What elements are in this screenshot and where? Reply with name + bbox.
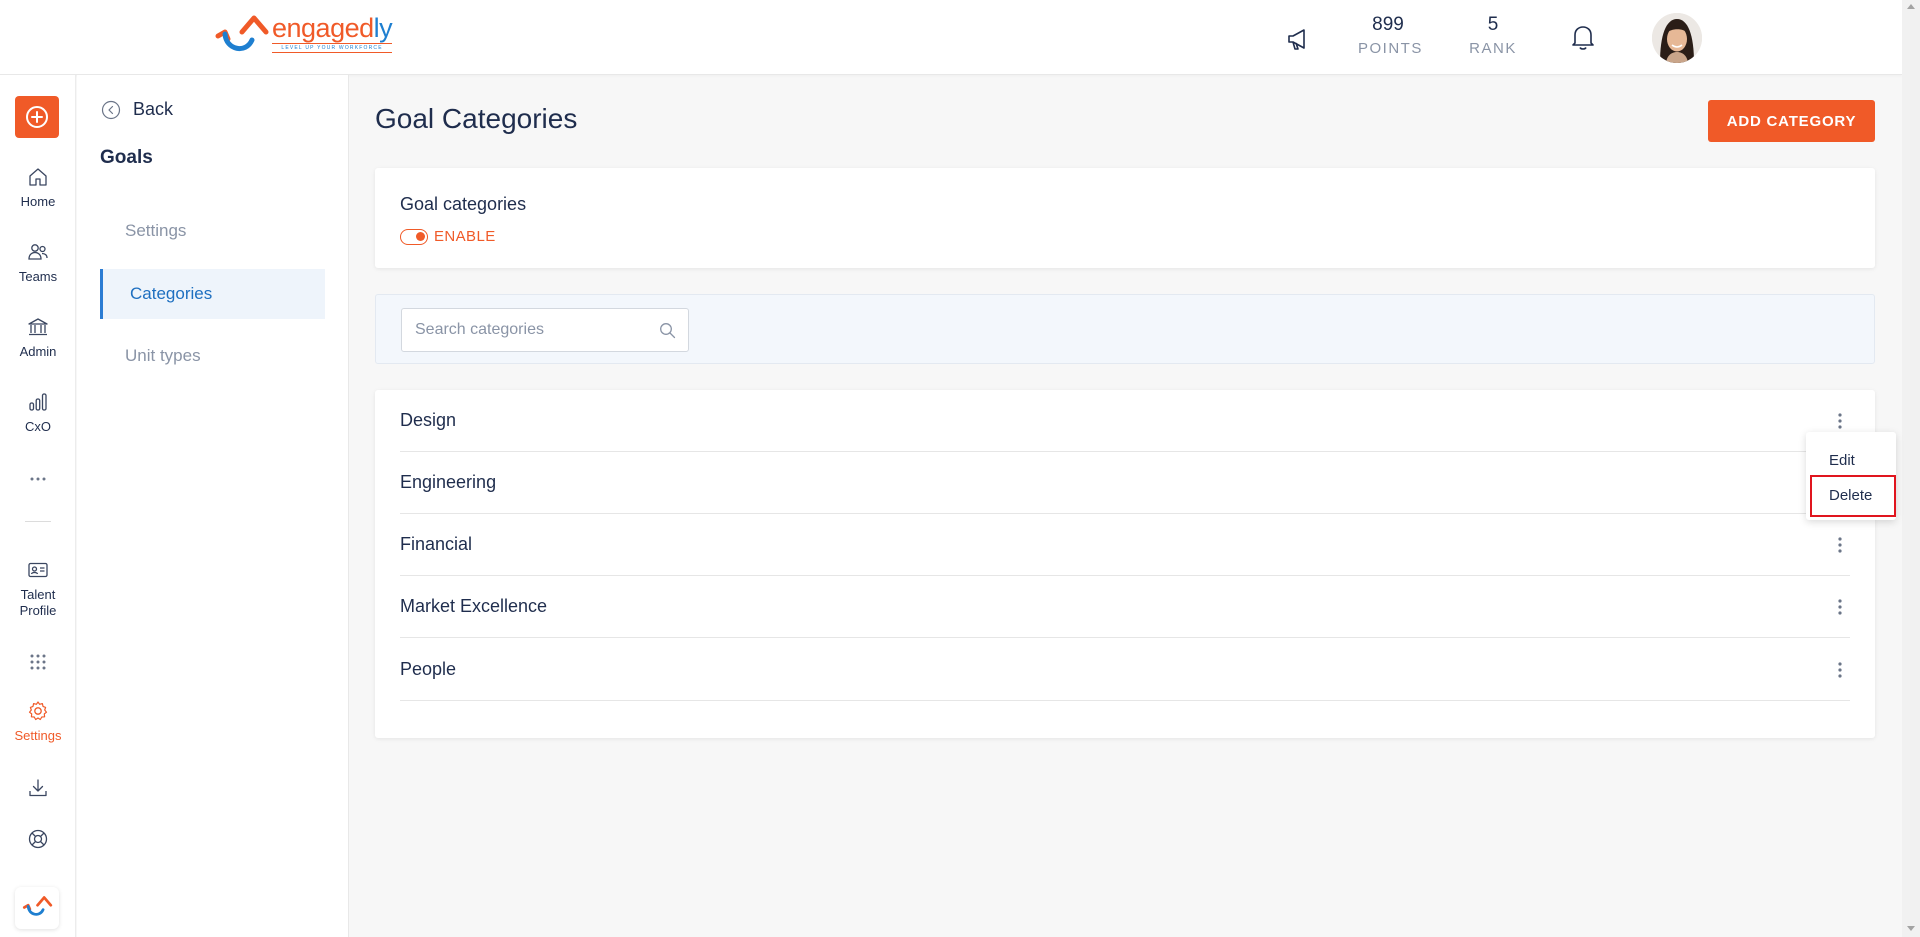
nav-cxo-label: CxO (25, 419, 51, 434)
category-row[interactable]: Design (400, 390, 1850, 452)
engagedly-mark-icon (22, 896, 53, 916)
engagedly-logo-icon (215, 15, 269, 51)
toggle-switch[interactable] (400, 228, 428, 245)
back-arrow-circle-icon (101, 100, 121, 119)
id-card-icon (28, 562, 48, 578)
rank-stat[interactable]: 5 RANK (1468, 14, 1518, 57)
kebab-menu-icon[interactable] (1836, 598, 1844, 616)
gear-icon (28, 701, 48, 721)
add-category-button[interactable]: ADD CATEGORY (1708, 100, 1875, 142)
kebab-menu-icon[interactable] (1836, 536, 1844, 554)
points-value: 899 (1372, 14, 1404, 35)
avatar-portrait-icon (1652, 13, 1702, 63)
download-icon[interactable] (26, 776, 50, 800)
category-name: Design (400, 410, 457, 430)
nav-settings[interactable]: Settings (0, 699, 76, 744)
edit-menu-item[interactable]: Edit (1806, 450, 1896, 472)
plus-circle-icon (26, 106, 48, 128)
scroll-up-arrow-icon[interactable] (1907, 4, 1915, 9)
rail-divider (25, 521, 51, 522)
category-row[interactable]: Market Excellence (400, 576, 1850, 638)
search-icon[interactable] (659, 322, 676, 339)
settings-sidebar: Back Goals Settings Categories Unit type… (77, 75, 349, 937)
main-nav-rail: Home Teams Admin CxO Talent Profile Sett… (0, 75, 76, 937)
admin-icon (28, 318, 48, 336)
delete-menu-item[interactable]: Delete (1810, 475, 1896, 517)
nav-teams[interactable]: Teams (0, 240, 76, 285)
rank-value: 5 (1487, 14, 1499, 35)
enable-toggle[interactable]: ENABLE (400, 228, 496, 245)
nav-admin[interactable]: Admin (0, 315, 76, 360)
category-context-menu: Edit Delete (1806, 432, 1896, 520)
brand-name: engagedly (272, 13, 393, 43)
engagedly-home-button[interactable] (15, 887, 59, 929)
category-name: Market Excellence (400, 596, 548, 616)
nav-talent-profile-label: Talent Profile (19, 587, 57, 618)
user-avatar[interactable] (1652, 13, 1702, 63)
teams-icon (28, 244, 48, 260)
back-link[interactable]: Back (101, 99, 173, 120)
megaphone-icon[interactable] (1283, 24, 1313, 54)
nav-home[interactable]: Home (0, 165, 76, 210)
kebab-menu-icon[interactable] (1836, 661, 1844, 679)
home-icon (29, 168, 47, 186)
apps-grid-icon[interactable] (28, 652, 48, 672)
search-box[interactable] (401, 308, 689, 352)
nav-admin-label: Admin (19, 344, 57, 359)
category-name: Engineering (400, 472, 497, 492)
categories-list: Design Engineering Financial Market Exce… (375, 390, 1875, 738)
category-name: Financial (400, 534, 473, 554)
quick-add-button[interactable] (15, 96, 59, 138)
toggle-card-title: Goal categories (400, 194, 527, 214)
toggle-label: ENABLE (434, 228, 496, 245)
category-name: People (400, 659, 457, 679)
points-stat[interactable]: 899 POINTS (1358, 14, 1423, 57)
goal-categories-toggle-card: Goal categories ENABLE (375, 168, 1875, 268)
points-label: POINTS (1358, 40, 1423, 57)
nav-teams-label: Teams (18, 269, 58, 284)
back-label: Back (133, 99, 174, 119)
top-header: engagedly LEVEL UP YOUR WORKFORCE 899 PO… (0, 0, 1902, 75)
sidebar-title: Goals (100, 147, 153, 168)
nav-home-label: Home (20, 194, 56, 209)
search-input[interactable] (402, 309, 652, 351)
scroll-down-arrow-icon[interactable] (1907, 926, 1915, 931)
bell-icon[interactable] (1568, 22, 1598, 52)
sidebar-item-unit-types[interactable]: Unit types (100, 331, 325, 381)
vertical-scrollbar[interactable] (1902, 0, 1920, 937)
nav-cxo[interactable]: CxO (0, 390, 76, 435)
rank-label: RANK (1469, 40, 1517, 57)
help-lifebuoy-icon[interactable] (26, 827, 50, 851)
engagedly-logo[interactable]: engagedly LEVEL UP YOUR WORKFORCE (212, 13, 393, 60)
search-panel (375, 294, 1875, 364)
category-row[interactable]: People (400, 639, 1850, 701)
sidebar-item-categories[interactable]: Categories (100, 269, 325, 319)
category-row[interactable]: Engineering (400, 452, 1850, 514)
kebab-menu-icon[interactable] (1836, 412, 1844, 430)
nav-settings-label: Settings (14, 728, 62, 743)
page-title: Goal Categories (375, 103, 578, 134)
brand-tagline: LEVEL UP YOUR WORKFORCE (272, 43, 393, 53)
category-row[interactable]: Financial (400, 514, 1850, 576)
more-horizontal-icon[interactable] (28, 476, 48, 482)
chart-icon (29, 393, 47, 411)
nav-talent-profile[interactable]: Talent Profile (0, 558, 76, 619)
sidebar-item-settings[interactable]: Settings (100, 206, 325, 256)
